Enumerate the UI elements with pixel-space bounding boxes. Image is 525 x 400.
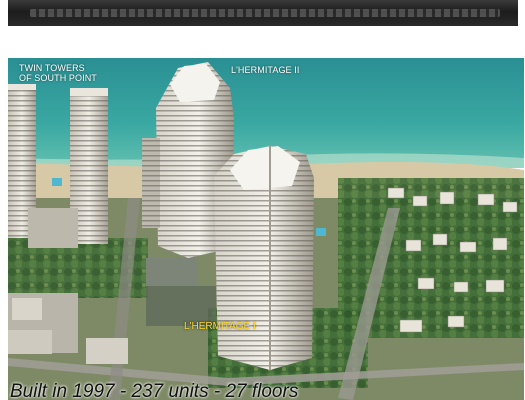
aerial-photo-illustration (8, 58, 524, 400)
label-twin-towers-line1: TWIN TOWERS (19, 63, 85, 73)
photo-caption: Built in 1997 - 237 units - 27 floors (10, 381, 299, 400)
aerial-photo: TWIN TOWERS OF SOUTH POINT L'HERMITAGE I… (8, 58, 524, 400)
label-twin-towers: TWIN TOWERS OF SOUTH POINT (19, 63, 97, 83)
label-hermitage-i: L'HERMITAGE I (184, 321, 256, 332)
label-twin-towers-line2: OF SOUTH POINT (19, 73, 97, 83)
label-hermitage-ii: L'HERMITAGE II (231, 65, 300, 75)
banner-text-blurred (30, 9, 500, 17)
top-banner (8, 0, 518, 26)
